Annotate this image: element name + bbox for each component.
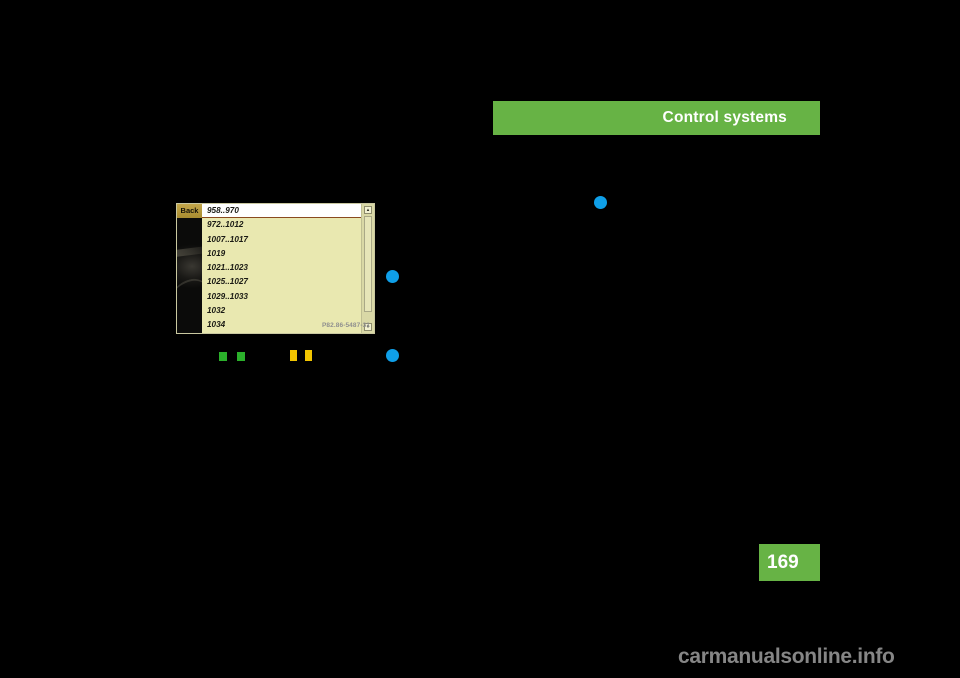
code-range-list[interactable]: 958..970 972..1012 1007..1017 1019 1021.…: [202, 204, 361, 333]
green-marker-icon: [237, 352, 245, 361]
callout-dot-icon: [594, 196, 607, 209]
callout-dot-icon: [386, 349, 399, 362]
scroll-up-arrow-icon[interactable]: ▴: [364, 206, 372, 214]
figure-head-unit-screenshot: Back 958..970 972..1012 1007..1017 1019 …: [176, 203, 375, 334]
list-item[interactable]: 1021..1023: [202, 261, 361, 275]
list-item[interactable]: 1032: [202, 304, 361, 318]
back-button[interactable]: Back: [177, 204, 202, 218]
page-number: 169: [767, 552, 799, 573]
scrollbar-thumb[interactable]: [364, 216, 372, 312]
page-number-block: 169: [759, 544, 820, 581]
figure-caption: P82.86-5487-31: [322, 322, 371, 329]
chapter-header-bar: Control systems: [493, 101, 820, 135]
list-item[interactable]: 1019: [202, 247, 361, 261]
yellow-marker-icon: [305, 350, 312, 361]
page-title: Control systems: [662, 109, 787, 126]
list-item[interactable]: 1029..1033: [202, 290, 361, 304]
callout-dot-icon: [386, 270, 399, 283]
vertical-scrollbar[interactable]: ▴ ▾: [361, 204, 374, 333]
yellow-marker-icon: [290, 350, 297, 361]
dashboard-photo-strip: [177, 218, 202, 333]
site-watermark: carmanualsonline.info: [678, 645, 895, 668]
list-item[interactable]: 1007..1017: [202, 233, 361, 247]
list-item[interactable]: 958..970: [202, 204, 361, 219]
list-item[interactable]: 972..1012: [202, 218, 361, 232]
list-item[interactable]: 1025..1027: [202, 275, 361, 289]
green-marker-icon: [219, 352, 227, 361]
